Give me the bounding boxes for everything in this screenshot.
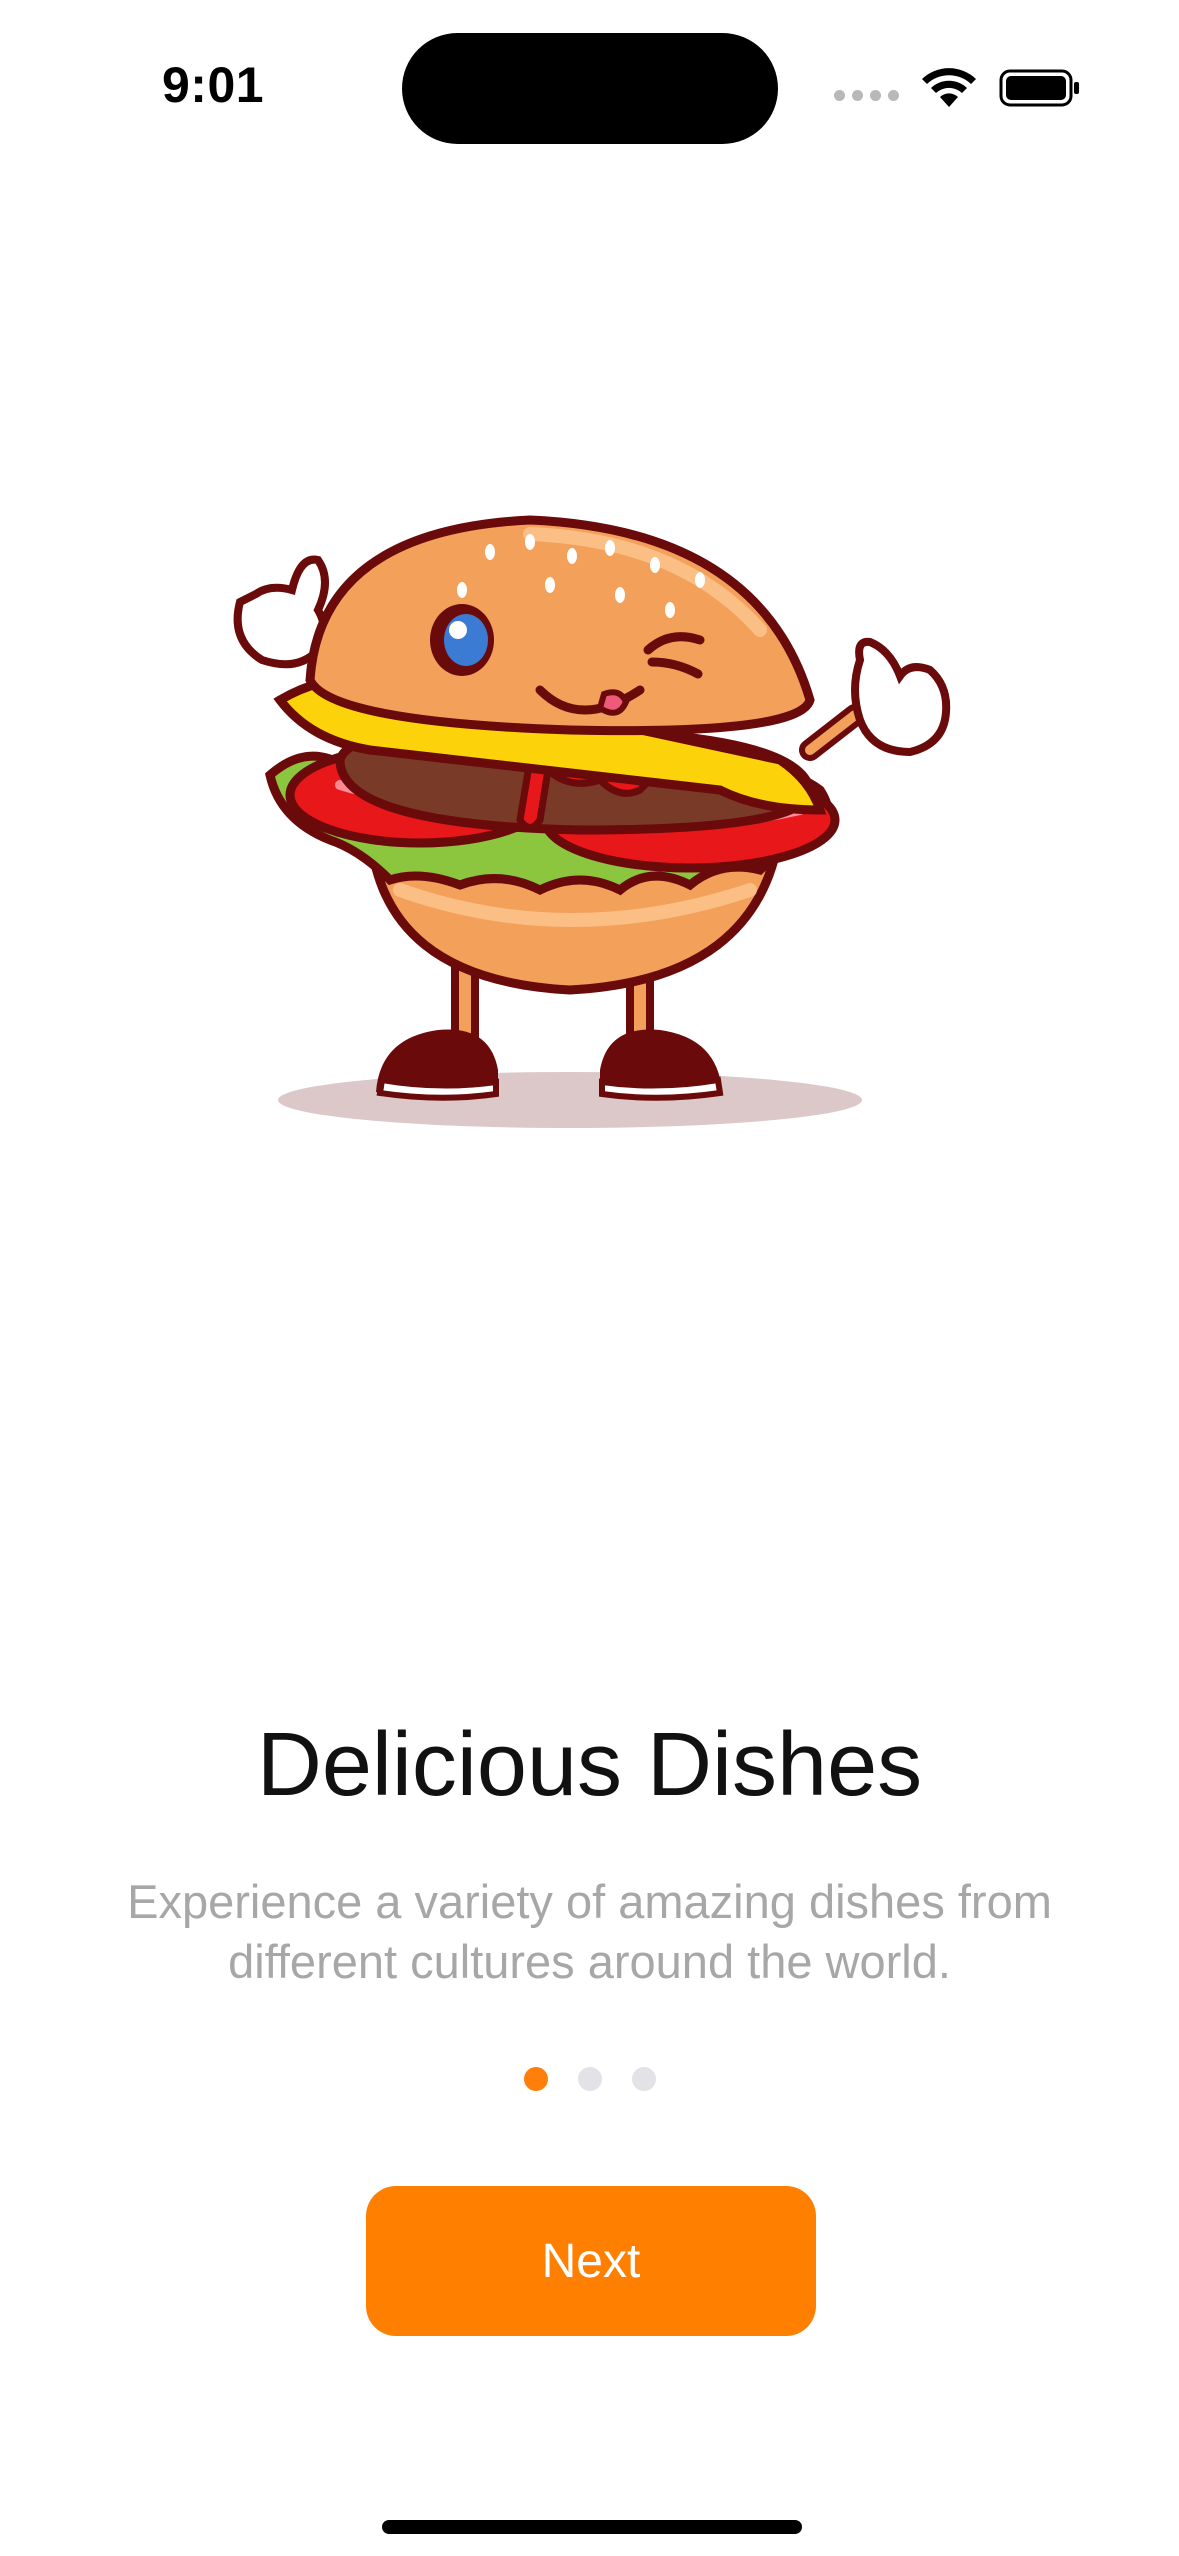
page-indicator[interactable] (0, 2067, 1179, 2091)
home-indicator[interactable] (382, 2520, 802, 2534)
next-button[interactable]: Next (366, 2186, 816, 2336)
battery-icon (999, 69, 1079, 107)
cellular-signal-icon (834, 89, 899, 101)
onboarding-subtitle: Experience a variety of amazing dishes f… (127, 1875, 1052, 1988)
status-time: 9:01 (162, 57, 265, 113)
dynamic-island (402, 33, 778, 144)
page-dot-2[interactable] (577, 2067, 602, 2091)
onboarding-title: Delicious Dishes (256, 1715, 923, 1815)
status-indicators (834, 60, 1081, 116)
burger-mascot-illustration (233, 515, 951, 1128)
page-dot-1-active[interactable] (523, 2067, 548, 2091)
wifi-icon (922, 68, 976, 107)
page-dot-3[interactable] (631, 2067, 656, 2091)
